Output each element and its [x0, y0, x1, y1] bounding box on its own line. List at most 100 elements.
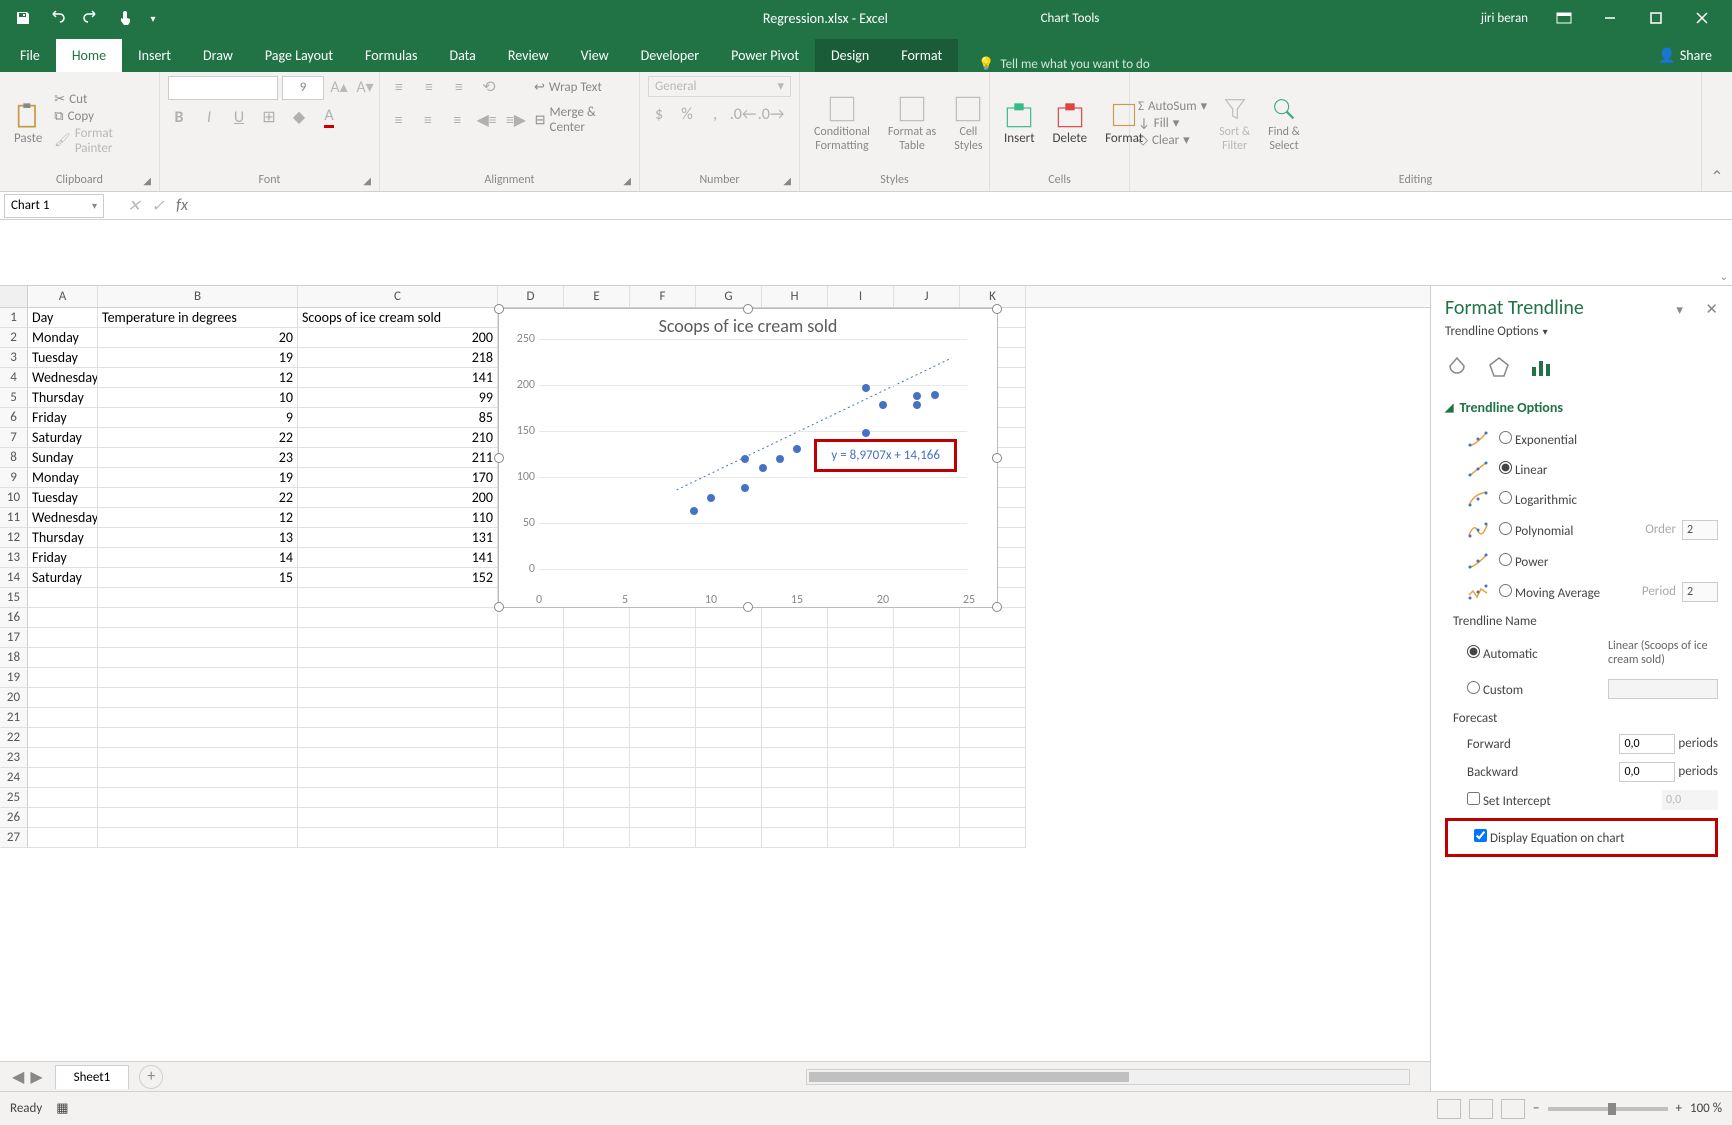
- indent-increase-icon[interactable]: ≡▶: [505, 109, 526, 131]
- cell[interactable]: [828, 628, 894, 648]
- horizontal-scrollbar[interactable]: [806, 1069, 1410, 1085]
- cell[interactable]: [828, 708, 894, 728]
- percent-icon[interactable]: %: [676, 103, 698, 125]
- cell[interactable]: [298, 648, 498, 668]
- cell[interactable]: [960, 728, 1026, 748]
- cell[interactable]: 9: [98, 408, 298, 428]
- cell[interactable]: [498, 708, 564, 728]
- zoom-in-icon[interactable]: +: [1676, 1101, 1682, 1116]
- font-color-button[interactable]: A: [318, 106, 340, 128]
- page-layout-view-icon[interactable]: [1469, 1099, 1493, 1119]
- format-painter-button[interactable]: 🖌Format Painter: [54, 125, 151, 157]
- macro-record-icon[interactable]: ▦: [56, 1101, 68, 1116]
- cell[interactable]: [960, 668, 1026, 688]
- cell[interactable]: [894, 808, 960, 828]
- row-header[interactable]: 27: [0, 828, 28, 848]
- row-header[interactable]: 2: [0, 328, 28, 348]
- border-button[interactable]: ⊞: [258, 106, 280, 128]
- cell[interactable]: [762, 768, 828, 788]
- cell[interactable]: [630, 728, 696, 748]
- cell[interactable]: [564, 668, 630, 688]
- clear-button[interactable]: ◇Clear ▾: [1138, 132, 1207, 149]
- cell[interactable]: [894, 668, 960, 688]
- row-header[interactable]: 5: [0, 388, 28, 408]
- cell[interactable]: Friday: [28, 408, 98, 428]
- cell[interactable]: [894, 608, 960, 628]
- cell[interactable]: [960, 788, 1026, 808]
- cell[interactable]: [828, 828, 894, 848]
- cell[interactable]: [298, 748, 498, 768]
- cell[interactable]: [696, 808, 762, 828]
- cell[interactable]: [630, 628, 696, 648]
- font-name-input[interactable]: [168, 76, 278, 100]
- cell[interactable]: [762, 608, 828, 628]
- cell[interactable]: [630, 828, 696, 848]
- cell[interactable]: [498, 668, 564, 688]
- row-header[interactable]: 23: [0, 748, 28, 768]
- cell[interactable]: Saturday: [28, 428, 98, 448]
- cell[interactable]: [498, 748, 564, 768]
- trendline-options-tab-icon[interactable]: [1529, 355, 1553, 379]
- cell[interactable]: [696, 688, 762, 708]
- col-header[interactable]: H: [762, 286, 828, 307]
- cell[interactable]: [298, 588, 498, 608]
- cell[interactable]: [98, 588, 298, 608]
- cell[interactable]: [828, 688, 894, 708]
- poly-order-input[interactable]: [1682, 520, 1718, 540]
- fill-button[interactable]: ↓Fill ▾: [1138, 115, 1207, 132]
- share-button[interactable]: 👤Share: [1642, 39, 1728, 72]
- data-point[interactable]: [793, 445, 801, 453]
- cell[interactable]: [762, 808, 828, 828]
- trendline-options-section[interactable]: ◢Trendline Options: [1445, 395, 1718, 424]
- cell[interactable]: [762, 708, 828, 728]
- sort-filter-button[interactable]: Sort & Filter: [1213, 95, 1256, 153]
- ma-period-input[interactable]: [1682, 582, 1718, 602]
- col-header[interactable]: D: [498, 286, 564, 307]
- resize-handle[interactable]: [494, 602, 504, 612]
- cell[interactable]: [762, 788, 828, 808]
- cell[interactable]: [960, 748, 1026, 768]
- cell[interactable]: [762, 648, 828, 668]
- decrease-font-icon[interactable]: A▾: [354, 76, 376, 98]
- cell[interactable]: [98, 748, 298, 768]
- cell[interactable]: 141: [298, 548, 498, 568]
- cell[interactable]: [894, 828, 960, 848]
- cell[interactable]: [630, 768, 696, 788]
- cell[interactable]: [498, 688, 564, 708]
- touch-mode-icon[interactable]: [110, 3, 140, 33]
- cell[interactable]: [630, 788, 696, 808]
- tab-file[interactable]: File: [4, 39, 56, 72]
- data-point[interactable]: [862, 384, 870, 392]
- data-point[interactable]: [707, 494, 715, 502]
- user-name[interactable]: jiri beran: [1481, 11, 1528, 26]
- cell[interactable]: [298, 708, 498, 728]
- trendline-type-option[interactable]: Power: [1445, 546, 1718, 576]
- tell-me-input[interactable]: Tell me what you want to do: [1000, 57, 1149, 72]
- cell[interactable]: [498, 628, 564, 648]
- cell[interactable]: 13: [98, 528, 298, 548]
- cell[interactable]: [564, 808, 630, 828]
- paste-button[interactable]: Paste: [8, 101, 48, 146]
- cell[interactable]: [28, 668, 98, 688]
- cell[interactable]: [960, 808, 1026, 828]
- italic-button[interactable]: I: [198, 106, 220, 128]
- launcher-icon[interactable]: ◢: [783, 174, 791, 187]
- number-format-select[interactable]: General▾: [648, 76, 791, 97]
- cell[interactable]: [28, 588, 98, 608]
- cell-styles-button[interactable]: Cell Styles: [948, 95, 988, 153]
- cell[interactable]: [28, 828, 98, 848]
- sheet-tab[interactable]: Sheet1: [55, 1065, 130, 1089]
- cell[interactable]: [28, 728, 98, 748]
- forward-input[interactable]: [1619, 734, 1675, 754]
- cancel-formula-icon[interactable]: ✕: [122, 194, 146, 218]
- align-center-icon[interactable]: ≡: [417, 109, 438, 131]
- cell[interactable]: [762, 828, 828, 848]
- font-size-input[interactable]: 9: [282, 76, 324, 100]
- zoom-level[interactable]: 100 %: [1690, 1101, 1722, 1116]
- cell[interactable]: [498, 828, 564, 848]
- redo-icon[interactable]: [76, 3, 106, 33]
- cell[interactable]: [498, 788, 564, 808]
- data-point[interactable]: [931, 391, 939, 399]
- cell[interactable]: [762, 728, 828, 748]
- cell[interactable]: [98, 768, 298, 788]
